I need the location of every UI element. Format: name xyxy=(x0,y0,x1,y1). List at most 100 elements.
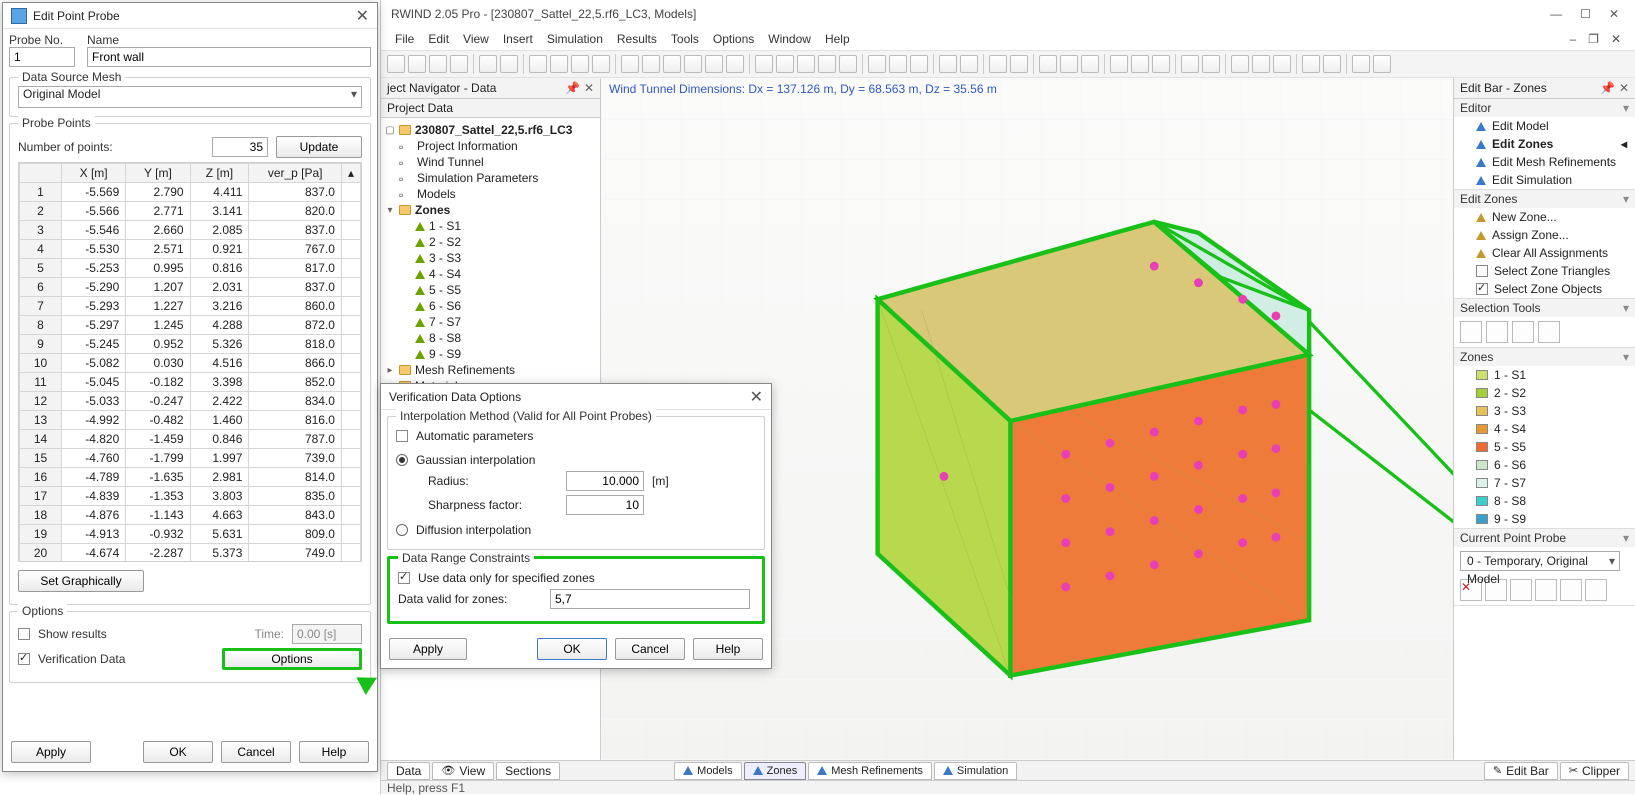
table-row[interactable]: 18-4.876-1.1434.663843.0 xyxy=(20,506,361,525)
auto-params-checkbox[interactable] xyxy=(396,430,408,442)
close-icon[interactable]: ✕ xyxy=(1619,81,1629,95)
toolbar-icon[interactable] xyxy=(408,55,426,73)
close-icon[interactable]: ✕ xyxy=(584,81,594,95)
toolbar-icon[interactable] xyxy=(1010,55,1028,73)
cancel-button[interactable]: Cancel xyxy=(615,638,685,660)
zones-for-input[interactable] xyxy=(550,589,750,609)
tree-item[interactable]: ▫Project Information xyxy=(385,138,594,154)
tool-icon[interactable] xyxy=(1560,579,1582,601)
maximize-icon[interactable]: ☐ xyxy=(1580,0,1591,28)
menu-help[interactable]: Help xyxy=(825,32,850,46)
menu-edit[interactable]: Edit xyxy=(428,32,449,46)
toolbar-icon[interactable] xyxy=(1081,55,1099,73)
tab-simulation[interactable]: Simulation xyxy=(934,762,1017,780)
show-results-checkbox[interactable] xyxy=(18,628,30,640)
toolbar-icon[interactable] xyxy=(1323,55,1341,73)
table-row[interactable]: 19-4.913-0.9325.631809.0 xyxy=(20,525,361,544)
toolbar-icon[interactable] xyxy=(910,55,928,73)
editzone-item[interactable]: Assign Zone... xyxy=(1454,226,1635,244)
apply-button[interactable]: Apply xyxy=(11,741,91,763)
tab-editbar[interactable]: ✎ Edit Bar xyxy=(1484,762,1558,780)
toolbar-icon[interactable] xyxy=(1373,55,1391,73)
tree-item[interactable]: ▾Zones xyxy=(385,202,594,218)
zone-item[interactable]: 8 - S8 xyxy=(1454,492,1635,510)
tree-item[interactable]: 1 - S1 xyxy=(385,218,594,234)
sel-tool-icon[interactable] xyxy=(1460,321,1482,343)
toolbar-icon[interactable] xyxy=(550,55,568,73)
table-row[interactable]: 9-5.2450.9525.326818.0 xyxy=(20,335,361,354)
toolbar-icon[interactable] xyxy=(939,55,957,73)
toolbar-icon[interactable] xyxy=(960,55,978,73)
npoints-input[interactable] xyxy=(212,137,268,157)
toolbar-icon[interactable] xyxy=(429,55,447,73)
tab-view[interactable]: 👁 View xyxy=(432,762,494,780)
probe-table[interactable]: X [m]Y [m]Z [m]ver_p [Pa]▴ 1-5.5692.7904… xyxy=(19,163,361,562)
tab-zones[interactable]: Zones xyxy=(744,762,807,780)
minimize-icon[interactable]: — xyxy=(1550,0,1562,28)
radius-input[interactable] xyxy=(566,471,644,491)
toolbar-icon[interactable] xyxy=(684,55,702,73)
probe-select[interactable]: 0 - Temporary, Original Model xyxy=(1460,551,1620,571)
tab-sections[interactable]: Sections xyxy=(496,762,560,780)
probe-no-input[interactable] xyxy=(9,47,75,67)
tab-clipper[interactable]: ✂ Clipper xyxy=(1560,762,1629,780)
editor-item[interactable]: Edit Zones◂ xyxy=(1454,135,1635,153)
table-row[interactable]: 17-4.839-1.3533.803835.0 xyxy=(20,487,361,506)
table-row[interactable]: 3-5.5462.6602.085837.0 xyxy=(20,221,361,240)
gaussian-radio[interactable] xyxy=(396,454,408,466)
sel-tool-icon[interactable] xyxy=(1512,321,1534,343)
table-row[interactable]: 7-5.2931.2273.216860.0 xyxy=(20,297,361,316)
toolbar-icon[interactable] xyxy=(1302,55,1320,73)
tree-item[interactable]: 5 - S5 xyxy=(385,282,594,298)
editzone-item[interactable]: New Zone... xyxy=(1454,208,1635,226)
toolbar-icon[interactable] xyxy=(989,55,1007,73)
menu-view[interactable]: View xyxy=(463,32,489,46)
verification-checkbox[interactable] xyxy=(18,653,30,665)
table-row[interactable]: 4-5.5302.5710.921767.0 xyxy=(20,240,361,259)
toolbar-icon[interactable] xyxy=(818,55,836,73)
editzone-item[interactable]: Select Zone Triangles xyxy=(1454,262,1635,280)
pin-icon[interactable]: 📌 xyxy=(565,81,580,95)
toolbar-icon[interactable] xyxy=(663,55,681,73)
tool-icon[interactable] xyxy=(1585,579,1607,601)
toolbar-icon[interactable] xyxy=(592,55,610,73)
toolbar-icon[interactable] xyxy=(1110,55,1128,73)
tree-item[interactable]: 8 - S8 xyxy=(385,330,594,346)
editor-item[interactable]: Edit Mesh Refinements xyxy=(1454,153,1635,171)
toolbar-icon[interactable] xyxy=(797,55,815,73)
toolbar-icon[interactable] xyxy=(1231,55,1249,73)
table-row[interactable]: 1-5.5692.7904.411837.0 xyxy=(20,183,361,202)
sharpness-input[interactable] xyxy=(566,495,644,515)
save-icon[interactable] xyxy=(1510,579,1532,601)
update-button[interactable]: Update xyxy=(276,136,362,158)
tree-item[interactable]: 4 - S4 xyxy=(385,266,594,282)
help-button[interactable]: Help xyxy=(299,741,369,763)
toolbar-icon[interactable] xyxy=(642,55,660,73)
table-row[interactable]: 8-5.2971.2454.288872.0 xyxy=(20,316,361,335)
cancel-button[interactable]: Cancel xyxy=(221,741,291,763)
table-row[interactable]: 20-4.674-2.2875.373749.0 xyxy=(20,544,361,563)
table-row[interactable]: 2-5.5662.7713.141820.0 xyxy=(20,202,361,221)
tree-item[interactable]: 3 - S3 xyxy=(385,250,594,266)
toolbar-icon[interactable] xyxy=(839,55,857,73)
toolbar-icon[interactable] xyxy=(705,55,723,73)
toolbar-icon[interactable] xyxy=(571,55,589,73)
zone-item[interactable]: 3 - S3 xyxy=(1454,402,1635,420)
toolbar-icon[interactable] xyxy=(1273,55,1291,73)
toolbar-icon[interactable] xyxy=(1039,55,1057,73)
toolbar-icon[interactable] xyxy=(479,55,497,73)
zone-item[interactable]: 4 - S4 xyxy=(1454,420,1635,438)
mdi-minimize-icon[interactable]: – xyxy=(1569,32,1576,46)
tab-models[interactable]: Models xyxy=(674,762,741,780)
tree-item[interactable]: 6 - S6 xyxy=(385,298,594,314)
zone-item[interactable]: 1 - S1 xyxy=(1454,366,1635,384)
toolbar-icon[interactable] xyxy=(500,55,518,73)
toolbar-icon[interactable] xyxy=(889,55,907,73)
table-row[interactable]: 5-5.2530.9950.816817.0 xyxy=(20,259,361,278)
toolbar-icon[interactable] xyxy=(621,55,639,73)
toolbar-icon[interactable] xyxy=(755,55,773,73)
close-icon[interactable]: ✕ xyxy=(750,387,763,407)
name-input[interactable] xyxy=(87,47,371,67)
tree-item[interactable]: ▫Wind Tunnel xyxy=(385,154,594,170)
toolbar-icon[interactable] xyxy=(1131,55,1149,73)
